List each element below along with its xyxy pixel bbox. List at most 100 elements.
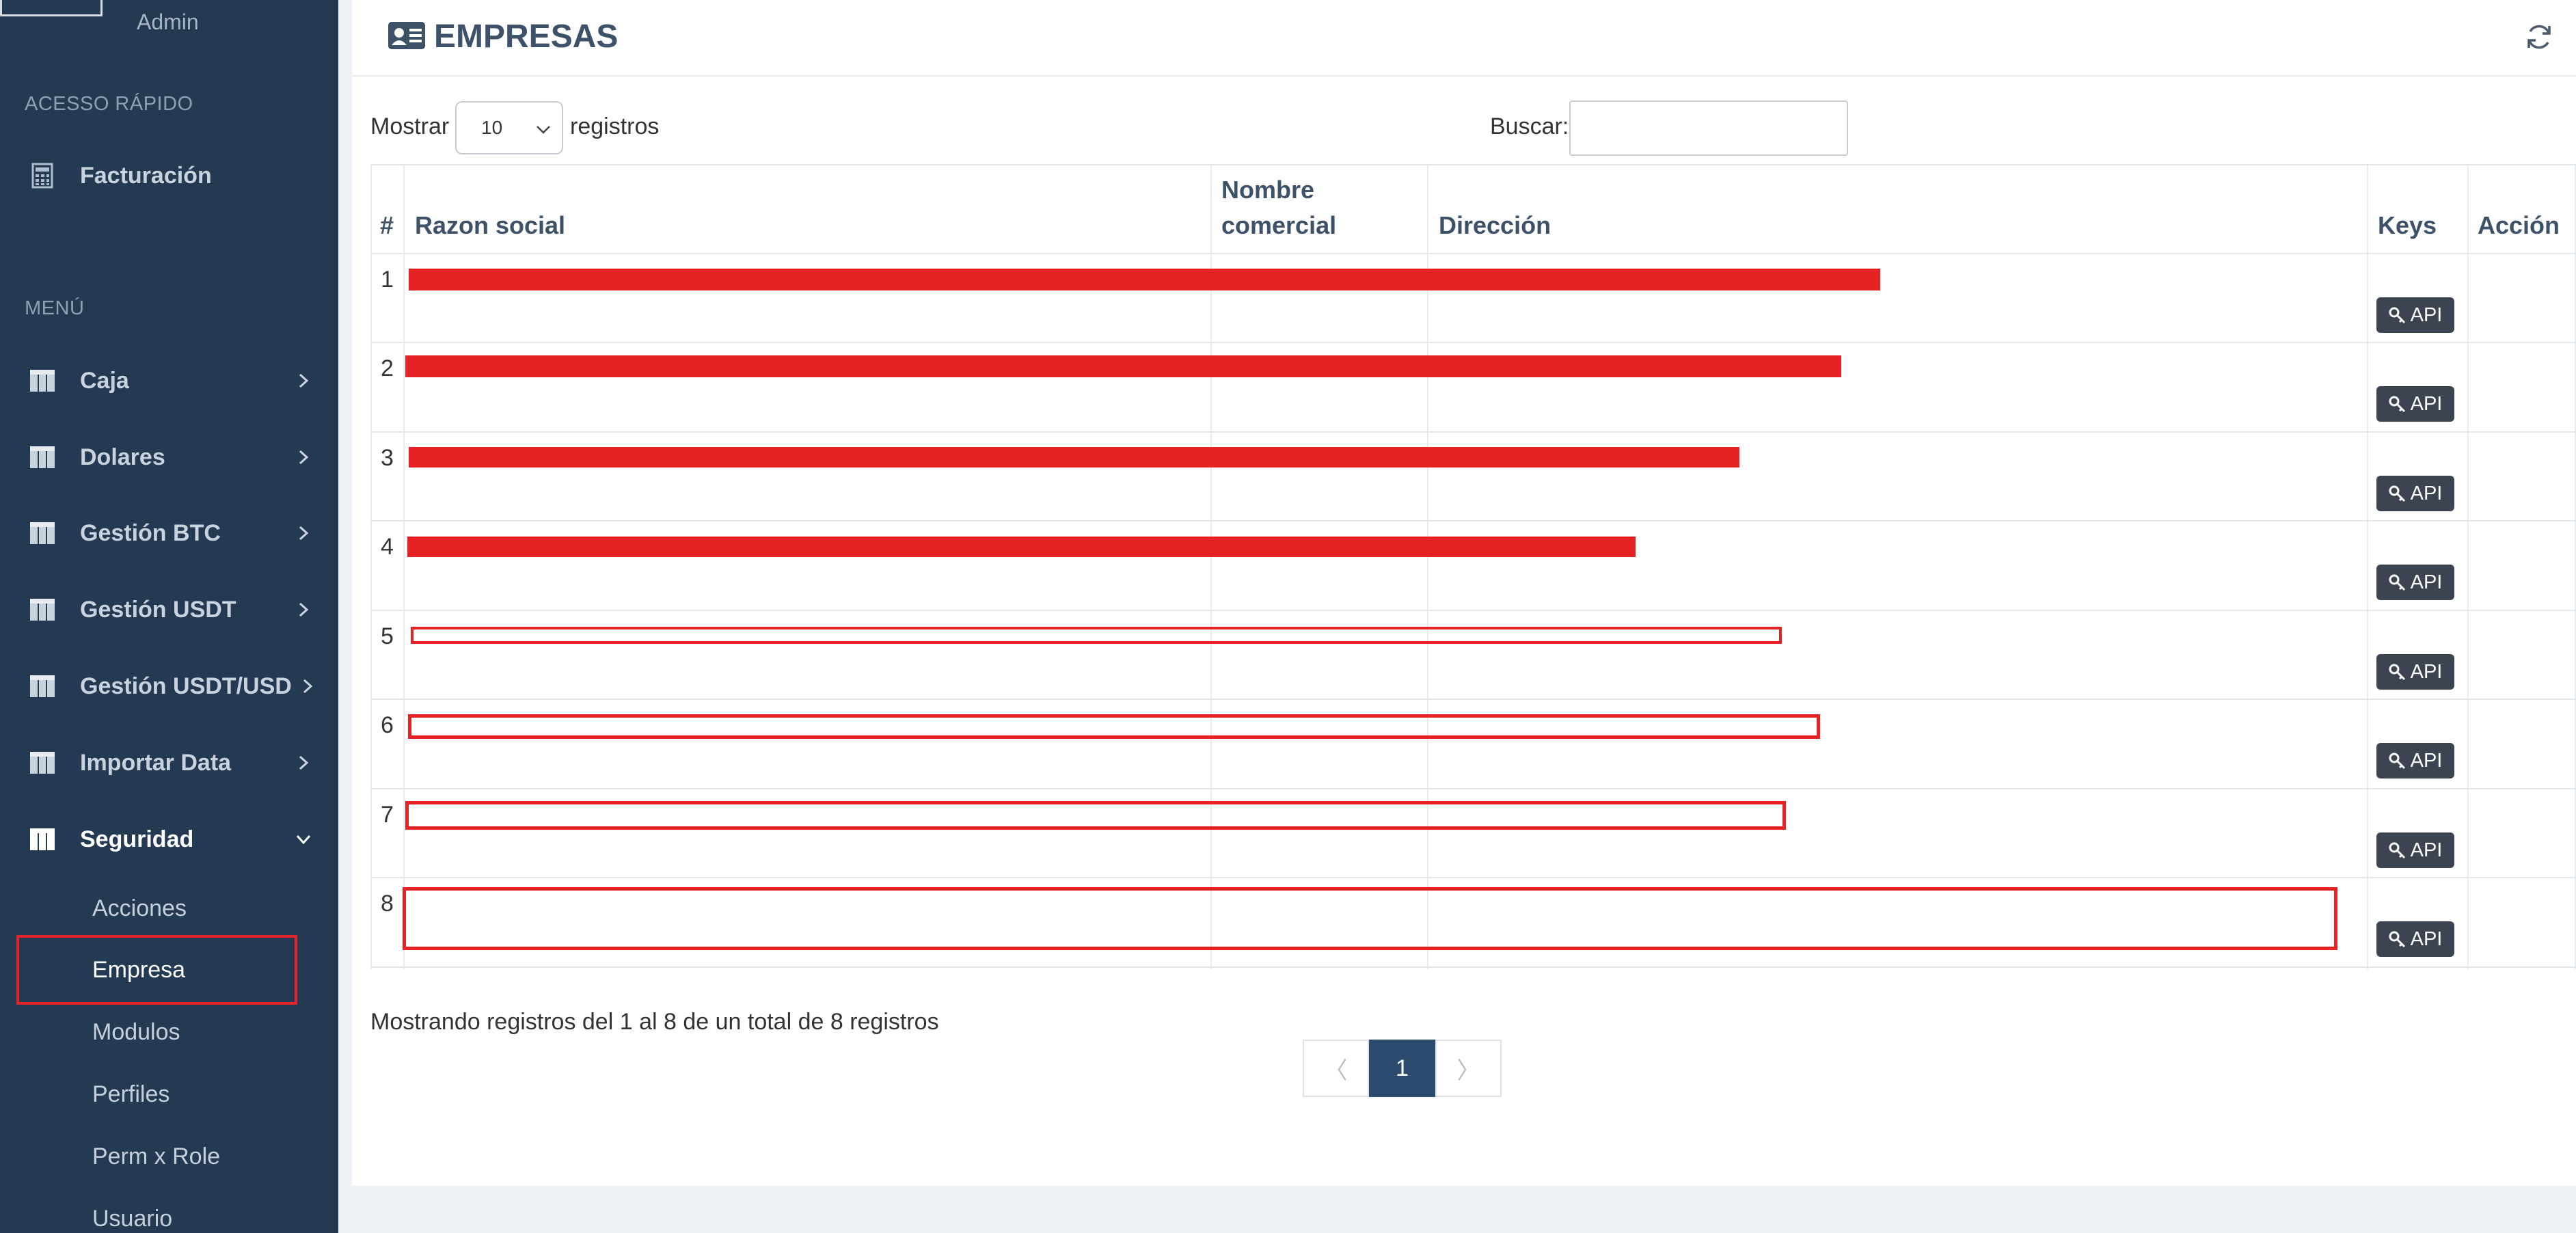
user-role: Admin: [137, 10, 199, 34]
api-key-button[interactable]: API: [2376, 921, 2454, 957]
redacted-content: [407, 537, 1636, 557]
key-icon: [2389, 485, 2405, 502]
api-key-button[interactable]: API: [2376, 297, 2454, 333]
key-icon: [2389, 396, 2405, 413]
column-header-nombre-comercial-line2[interactable]: comercial: [1221, 208, 1336, 243]
chevron-right-icon: [303, 679, 313, 694]
sidebar-item-caja[interactable]: Caja: [0, 350, 338, 411]
api-key-button[interactable]: API: [2376, 832, 2454, 868]
sidebar-subitem-perfiles[interactable]: Perfiles: [92, 1081, 170, 1108]
sidebar-item-gestion-btc[interactable]: Gestión BTC: [0, 502, 338, 564]
table-icon: [30, 370, 55, 392]
show-label: Mostrar: [370, 113, 450, 139]
column-header-keys[interactable]: Keys: [2378, 208, 2437, 243]
row-number: 7: [381, 802, 394, 828]
table-icon: [30, 446, 55, 468]
chevron-right-icon: [299, 755, 309, 770]
redacted-content: [405, 801, 1786, 830]
api-key-button-label: API: [2410, 660, 2443, 683]
chevron-right-icon: [299, 450, 309, 465]
table-icon: [30, 752, 55, 774]
pagination: 〈 1 〉: [1303, 1040, 1502, 1097]
row-number: 2: [381, 355, 394, 381]
key-icon: [2389, 753, 2405, 770]
page-length-select[interactable]: 10: [455, 101, 563, 154]
redacted-content: [409, 269, 1880, 290]
key-icon: [2389, 574, 2405, 591]
redacted-content: [411, 627, 1782, 644]
card-header: EMPRESAS: [352, 0, 2576, 77]
table-icon: [30, 522, 55, 544]
prev-page-button[interactable]: 〈: [1303, 1040, 1369, 1097]
row-number: 6: [381, 712, 394, 738]
sidebar-item-seguridad[interactable]: Seguridad: [0, 809, 338, 870]
table-icon: [30, 828, 55, 850]
chevron-right-icon: [299, 602, 309, 617]
sidebar-item-label: Importar Data: [80, 749, 232, 776]
sidebar-subitem-acciones[interactable]: Acciones: [92, 895, 187, 922]
redacted-content: [409, 447, 1739, 468]
menu-header: MENÚ: [25, 297, 85, 319]
records-label: registros: [570, 113, 660, 139]
sidebar-item-label: Dolares: [80, 444, 165, 470]
calculator-icon: [31, 163, 53, 189]
active-item-highlight: [16, 935, 297, 1005]
api-key-button[interactable]: API: [2376, 743, 2454, 778]
api-key-button-label: API: [2410, 927, 2443, 950]
table-icon: [30, 675, 55, 697]
table-icon: [30, 599, 55, 621]
api-key-button-label: API: [2410, 482, 2443, 504]
column-header-razon-social[interactable]: Razon social: [415, 208, 565, 243]
key-icon: [2389, 664, 2405, 681]
sidebar-item-dolares[interactable]: Dolares: [0, 426, 338, 488]
quick-access-header: ACESSO RÁPIDO: [25, 93, 193, 115]
sidebar-item-label: Facturación: [80, 162, 212, 189]
chevron-down-icon: [537, 126, 550, 134]
sidebar-item-label: Seguridad: [80, 826, 194, 852]
api-key-button-label: API: [2410, 303, 2443, 326]
column-header-nombre-comercial-line1[interactable]: Nombre: [1221, 172, 1314, 208]
sidebar-item-gestion-usdt-usd[interactable]: Gestión USDT/USD: [0, 655, 338, 717]
sidebar-subitem-modulos[interactable]: Modulos: [92, 1019, 180, 1046]
api-key-button[interactable]: API: [2376, 654, 2454, 690]
key-icon: [2389, 842, 2405, 859]
redacted-content: [403, 887, 2337, 950]
content-card: EMPRESAS Mostrar 10 registros Buscar: # …: [352, 0, 2576, 1186]
refresh-icon[interactable]: [2524, 22, 2554, 52]
column-header-direccion[interactable]: Dirección: [1439, 208, 1551, 243]
row-number: 1: [381, 267, 394, 293]
page-title: EMPRESAS: [434, 18, 619, 55]
row-number: 8: [381, 891, 394, 917]
chevron-right-icon: [299, 373, 309, 388]
chevron-right-icon: [299, 526, 309, 541]
sidebar-item-label: Gestión USDT: [80, 596, 236, 623]
column-header-accion[interactable]: Acción: [2478, 208, 2560, 243]
sidebar-subitem-usuario[interactable]: Usuario: [92, 1206, 172, 1232]
row-number: 4: [381, 534, 394, 560]
page-button-1[interactable]: 1: [1369, 1040, 1435, 1097]
sidebar-subitem-perm-x-role[interactable]: Perm x Role: [92, 1143, 220, 1170]
api-key-button[interactable]: API: [2376, 386, 2454, 422]
sidebar: Admin ACESSO RÁPIDO Facturación MENÚ Caj…: [0, 0, 338, 1233]
key-icon: [2389, 931, 2405, 948]
sidebar-item-importar-data[interactable]: Importar Data: [0, 732, 338, 794]
sidebar-item-facturacion[interactable]: Facturación: [0, 145, 338, 206]
column-header-num[interactable]: #: [380, 208, 394, 243]
id-card-icon: [388, 22, 425, 49]
search-input[interactable]: [1569, 100, 1848, 156]
table-info: Mostrando registros del 1 al 8 de un tot…: [370, 1009, 939, 1035]
row-number: 3: [381, 445, 394, 471]
key-icon: [2389, 307, 2405, 324]
sidebar-item-gestion-usdt[interactable]: Gestión USDT: [0, 579, 338, 640]
redacted-content: [405, 355, 1841, 377]
next-page-button[interactable]: 〉: [1435, 1040, 1502, 1097]
api-key-button[interactable]: API: [2376, 565, 2454, 600]
search-label: Buscar:: [1490, 113, 1569, 139]
redacted-content: [408, 714, 1820, 739]
avatar[interactable]: [0, 0, 103, 16]
sidebar-item-label: Gestión BTC: [80, 519, 221, 546]
api-key-button[interactable]: API: [2376, 476, 2454, 511]
chevron-down-icon: [296, 835, 311, 845]
page-length-value: 10: [481, 117, 503, 138]
api-key-button-label: API: [2410, 749, 2443, 772]
